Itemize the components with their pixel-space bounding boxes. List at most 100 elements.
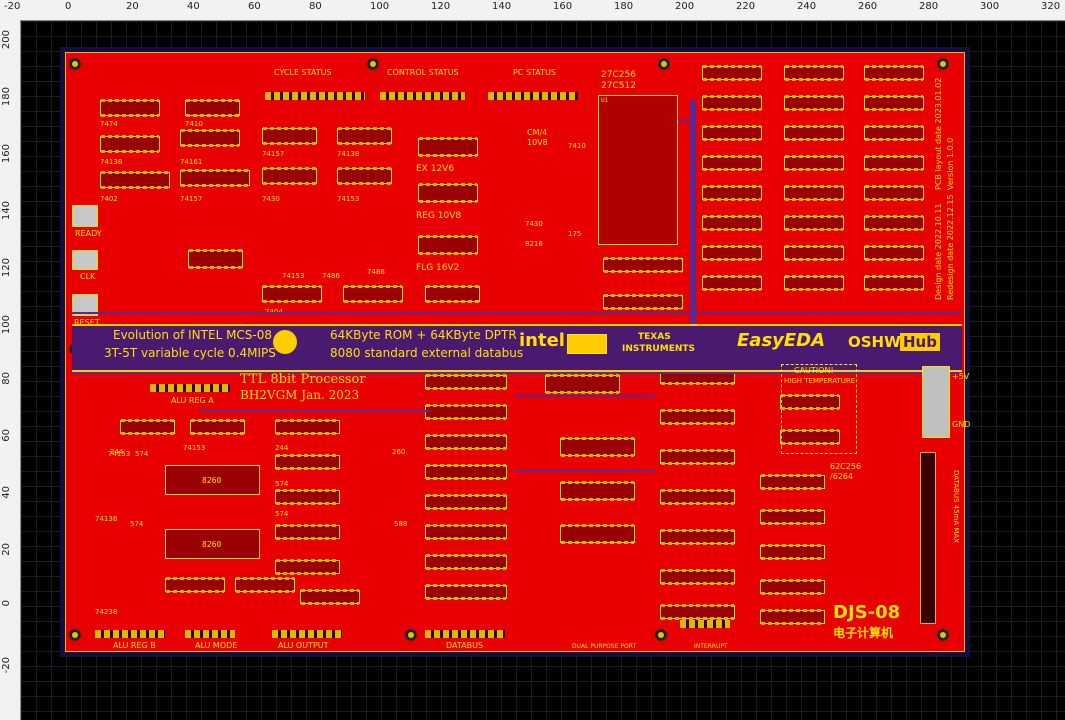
alu-mode-header[interactable] [185,630,235,638]
ic-chip[interactable] [560,524,635,544]
ic-chip[interactable] [185,99,240,117]
ic-chip[interactable] [660,569,735,585]
ic-chip[interactable] [760,474,825,490]
ic-chip[interactable] [425,494,507,510]
chip-8260-a[interactable]: 8260 [165,465,260,495]
ic-chip[interactable] [300,589,360,605]
ic-chip[interactable] [165,577,225,593]
ic-chip[interactable] [702,95,762,111]
ic-chip[interactable] [275,454,340,470]
chip-pins [276,502,339,505]
chip-8260-b[interactable]: 8260 [165,529,260,559]
ready-button[interactable] [72,205,98,227]
ic-chip[interactable] [760,609,825,625]
ic-chip[interactable] [275,524,340,540]
ic-chip[interactable] [660,409,735,425]
ic-chip[interactable] [100,135,160,153]
ic-chip[interactable] [603,257,683,273]
ic-chip[interactable] [702,245,762,261]
alu-reg-b-header[interactable] [95,630,165,638]
ic-chip[interactable] [702,65,762,81]
ic-chip[interactable] [337,167,392,185]
ic-chip[interactable] [660,529,735,545]
ic-chip[interactable] [190,419,245,435]
ic-chip[interactable] [660,449,735,465]
ic-chip[interactable] [603,294,683,310]
ic-chip[interactable] [784,275,844,291]
interrupt-header[interactable] [680,620,730,628]
ic-chip[interactable] [545,374,620,394]
ic-chip[interactable] [425,554,507,570]
chip-label: 574 [275,480,289,488]
ic-chip[interactable] [784,185,844,201]
ic-chip[interactable] [275,419,340,435]
ic-chip[interactable] [418,183,478,203]
clk-button[interactable] [72,250,98,270]
ic-chip[interactable] [864,245,924,261]
ic-chip[interactable] [275,489,340,505]
ic-chip[interactable] [100,99,160,117]
ic-chip[interactable] [784,215,844,231]
ic-chip[interactable] [425,434,507,450]
ic-chip[interactable] [275,559,340,575]
chip-pins [703,258,761,261]
ic-chip[interactable] [418,235,478,255]
ruler-x-tick: 140 [492,1,512,12]
ic-chip[interactable] [864,95,924,111]
ic-chip[interactable] [702,185,762,201]
ic-chip[interactable] [660,489,735,505]
ic-chip[interactable] [100,171,170,189]
ic-chip[interactable] [180,169,250,187]
ic-chip[interactable] [784,65,844,81]
databus-header[interactable] [425,630,505,638]
chip-pins [865,185,923,188]
ic-chip[interactable] [425,464,507,480]
ic-chip[interactable] [864,65,924,81]
power-connector[interactable] [922,366,950,438]
ic-chip[interactable] [425,584,507,600]
ic-chip[interactable] [120,419,175,435]
ic-chip[interactable] [560,437,635,457]
alu-output-header[interactable] [272,630,342,638]
ic-chip[interactable] [784,125,844,141]
ic-chip[interactable] [418,137,478,157]
ic-chip[interactable] [864,185,924,201]
ic-chip[interactable] [262,167,317,185]
ic-chip[interactable] [425,404,507,420]
alu-reg-a-header[interactable] [150,384,230,392]
ic-chip[interactable] [864,125,924,141]
cycle-status-header[interactable] [265,92,365,100]
ic-chip[interactable] [235,577,295,593]
ic-chip[interactable] [702,155,762,171]
ic-chip[interactable] [180,129,240,147]
ex-gal-label: EX 12V6 [416,164,455,174]
vertical-ruler[interactable]: 200 180 160 140 120 100 80 60 40 20 0 -20 [0,20,21,720]
ic-chip[interactable] [660,604,735,620]
databus-connector[interactable] [920,452,936,624]
ic-chip[interactable] [702,275,762,291]
ic-chip[interactable] [425,374,507,390]
ic-chip[interactable] [864,155,924,171]
ic-chip[interactable] [864,275,924,291]
pc-status-header[interactable] [488,92,578,100]
ic-chip[interactable] [864,215,924,231]
ic-chip[interactable] [425,285,480,303]
ic-chip[interactable] [784,95,844,111]
ic-chip[interactable] [262,285,322,303]
ic-chip[interactable] [425,524,507,540]
control-status-header[interactable] [380,92,465,100]
eprom-socket[interactable]: U1 [598,95,678,245]
ic-chip[interactable] [188,249,243,269]
ic-chip[interactable] [560,481,635,501]
ic-chip[interactable] [337,127,392,145]
ic-chip[interactable] [702,215,762,231]
ic-chip[interactable] [702,125,762,141]
ic-chip[interactable] [760,544,825,560]
ic-chip[interactable] [262,127,317,145]
ic-chip[interactable] [784,155,844,171]
ic-chip[interactable] [760,509,825,525]
horizontal-ruler[interactable]: -20 0 20 40 60 80 100 120 140 160 180 200 220 240 260 2… [0,0,1065,21]
ic-chip[interactable] [343,285,403,303]
ic-chip[interactable] [784,245,844,261]
ic-chip[interactable] [760,579,825,595]
